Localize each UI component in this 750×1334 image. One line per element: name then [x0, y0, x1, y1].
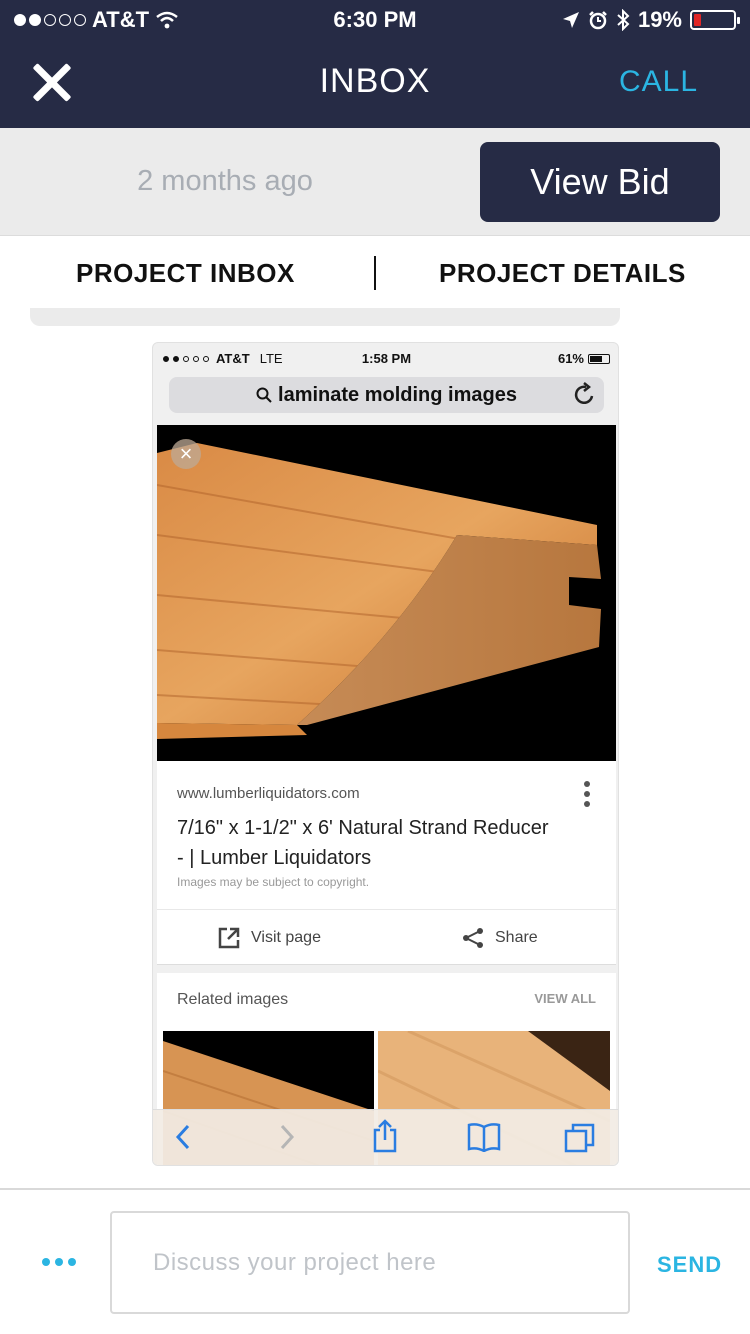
share-button[interactable]: Share [461, 926, 538, 950]
open-external-icon [218, 927, 240, 949]
reload-icon [574, 382, 594, 405]
message-timestamp: 2 months ago [137, 165, 313, 197]
molding-photo: × [157, 425, 616, 761]
image-close-icon[interactable]: × [171, 439, 201, 469]
view-all-link[interactable]: VIEW ALL [534, 991, 596, 1006]
tab-divider [374, 256, 376, 290]
message-input[interactable] [110, 1211, 630, 1314]
search-query-text: laminate molding images [278, 384, 517, 406]
attachment-search-query: laminate molding images [169, 384, 604, 407]
result-title[interactable]: 7/16" x 1-1/2" x 6' Natural Strand Reduc… [177, 813, 557, 873]
bluetooth-icon [617, 9, 630, 31]
nav-bar: INBOX CALL [0, 40, 750, 128]
molding-image [157, 425, 616, 761]
bookmarks-icon[interactable] [467, 1122, 501, 1152]
attachment-search-bar: laminate molding images [169, 377, 604, 413]
attachment-status-bar: AT&T LTE 1:58 PM 61% [153, 343, 618, 373]
result-site: www.lumberliquidators.com [177, 785, 360, 802]
tab-project-details[interactable]: PROJECT DETAILS [439, 258, 686, 289]
forward-icon[interactable] [277, 1122, 297, 1152]
toolbar-share-icon[interactable] [371, 1118, 399, 1154]
browser-toolbar [153, 1109, 618, 1165]
location-arrow-icon [562, 12, 579, 28]
alarm-icon [589, 11, 607, 30]
visit-page-button[interactable]: Visit page [217, 926, 321, 950]
bid-bar: 2 months ago View Bid [0, 128, 750, 236]
more-options-icon[interactable] [42, 1258, 76, 1266]
attachment-battery-percent: 61% [557, 351, 584, 366]
tab-bar: PROJECT INBOX PROJECT DETAILS [0, 236, 750, 308]
message-composer: SEND [0, 1188, 750, 1334]
view-bid-button[interactable]: View Bid [480, 142, 720, 222]
battery-icon [690, 10, 740, 30]
search-icon [256, 387, 272, 403]
visit-page-label: Visit page [251, 929, 321, 946]
result-card: www.lumberliquidators.com 7/16" x 1-1/2"… [157, 761, 616, 965]
attachment-time: 1:58 PM [361, 351, 412, 366]
tabs-icon[interactable] [563, 1122, 597, 1154]
share-icon [463, 928, 483, 948]
battery-percent: 19% [637, 7, 682, 32]
copyright-note: Images may be subject to copyright. [177, 875, 370, 889]
call-button[interactable]: CALL [619, 65, 698, 99]
result-actions: Visit page Share [157, 909, 616, 965]
status-right: 19% [562, 7, 740, 33]
attachment-status-right: 61% [558, 351, 610, 366]
share-label: Share [495, 929, 538, 946]
app-screen: AT&T 6:30 PM 19% INBOX CALL 2 months ago… [0, 0, 750, 1334]
related-images-title: Related images [177, 991, 289, 1008]
status-bar: AT&T 6:30 PM 19% [0, 0, 750, 40]
tab-project-inbox[interactable]: PROJECT INBOX [76, 258, 295, 289]
send-button[interactable]: SEND [657, 1252, 722, 1278]
more-vert-icon[interactable] [584, 781, 590, 811]
back-icon[interactable] [173, 1122, 193, 1152]
message-bubble-stub [30, 308, 620, 326]
attachment-battery-icon [588, 353, 610, 364]
attachment-screenshot[interactable]: AT&T LTE 1:58 PM 61% laminate molding im… [152, 342, 619, 1166]
